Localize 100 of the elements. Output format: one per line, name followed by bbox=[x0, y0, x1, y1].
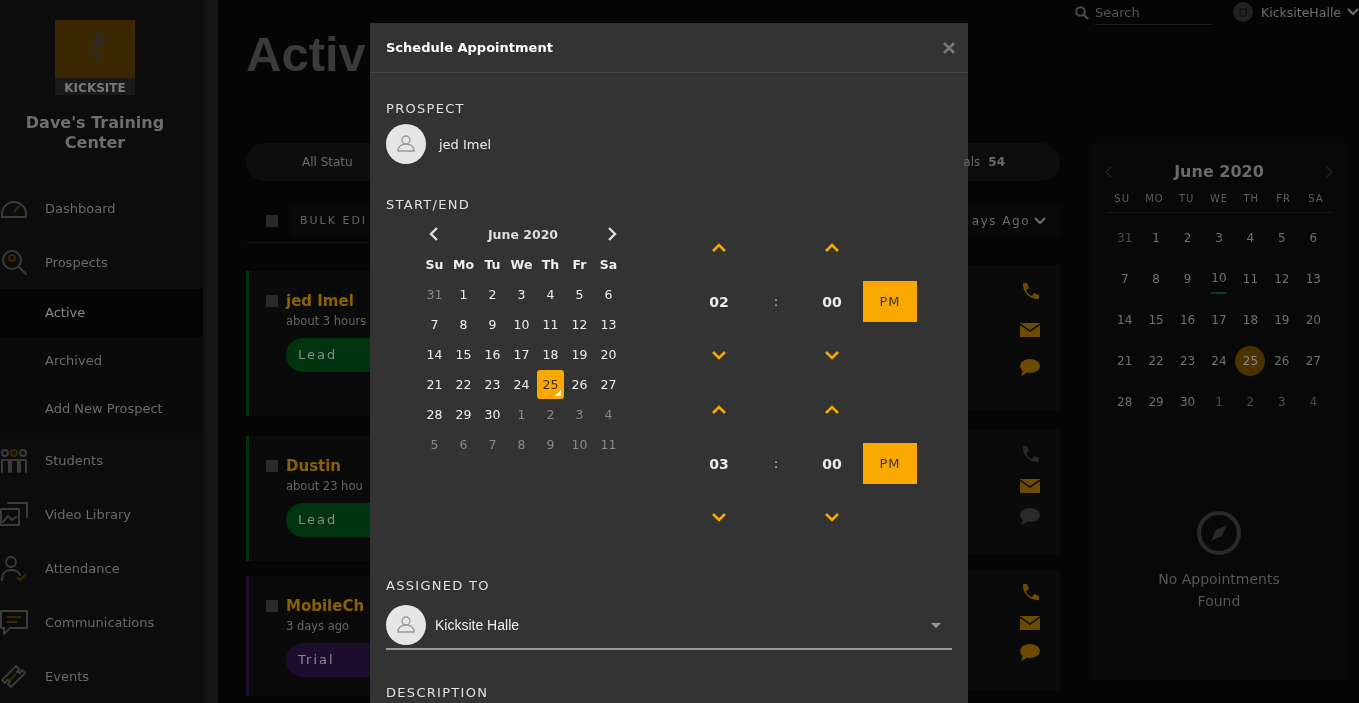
decrement-icon[interactable] bbox=[825, 350, 839, 360]
minute-value[interactable]: 00 bbox=[822, 455, 842, 472]
calendar-day[interactable]: 22 bbox=[450, 369, 477, 399]
nav-item[interactable]: Prospects bbox=[0, 235, 203, 289]
calendar-day[interactable]: 7 bbox=[479, 429, 506, 459]
sms-bubble-icon[interactable] bbox=[1020, 643, 1040, 663]
calendar-day[interactable]: 29 bbox=[1141, 386, 1172, 417]
checkbox[interactable] bbox=[266, 295, 278, 307]
calendar-day[interactable]: 6 bbox=[450, 429, 477, 459]
calendar-day[interactable]: 5 bbox=[566, 279, 593, 309]
calendar-day[interactable]: 27 bbox=[1298, 345, 1329, 376]
calendar-day[interactable]: 12 bbox=[1266, 263, 1297, 294]
calendar-day[interactable]: 7 bbox=[421, 309, 448, 339]
calendar-day[interactable]: 18 bbox=[537, 339, 564, 369]
calendar-day[interactable]: 1 bbox=[1141, 222, 1172, 253]
hour-value[interactable]: 02 bbox=[709, 293, 729, 310]
calendar-day[interactable]: 2 bbox=[479, 279, 506, 309]
calendar-day[interactable]: 19 bbox=[1266, 304, 1297, 335]
calendar-day[interactable]: 2 bbox=[537, 399, 564, 429]
calendar-day[interactable]: 30 bbox=[1172, 386, 1203, 417]
calendar-day[interactable]: 14 bbox=[1109, 304, 1140, 335]
increment-icon[interactable] bbox=[712, 243, 726, 253]
nav-subitem[interactable]: Active bbox=[0, 289, 203, 337]
increment-icon[interactable] bbox=[825, 405, 839, 415]
calendar-day[interactable]: 25 bbox=[1235, 345, 1266, 376]
increment-icon[interactable] bbox=[825, 243, 839, 253]
calendar-day[interactable]: 4 bbox=[1298, 386, 1329, 417]
assignee-select[interactable]: Kicksite Halle bbox=[386, 605, 952, 650]
calendar-day[interactable]: 19 bbox=[566, 339, 593, 369]
checkbox[interactable] bbox=[266, 460, 278, 472]
calendar-day[interactable]: 13 bbox=[1298, 263, 1329, 294]
calendar-day[interactable]: 22 bbox=[1141, 345, 1172, 376]
calendar-day[interactable]: 3 bbox=[566, 399, 593, 429]
calendar-day[interactable]: 25 bbox=[537, 369, 564, 399]
status-filter[interactable]: All Statu bbox=[246, 143, 370, 181]
meridiem-button[interactable]: PM bbox=[863, 281, 917, 322]
user-menu[interactable]: KicksiteHalle bbox=[1261, 4, 1342, 20]
calendar-day[interactable]: 2 bbox=[1172, 222, 1203, 253]
prospect-name[interactable]: MobileCh bbox=[286, 597, 365, 615]
calendar-day[interactable]: 2 bbox=[1235, 386, 1266, 417]
calendar-day[interactable]: 5 bbox=[421, 429, 448, 459]
nav-subitem[interactable]: Add New Prospect bbox=[0, 385, 203, 433]
calendar-day[interactable]: 23 bbox=[479, 369, 506, 399]
prospect-card[interactable]: MobileCh 3 days ago Trial bbox=[246, 576, 370, 696]
decrement-icon[interactable] bbox=[825, 512, 839, 522]
chevron-down-icon[interactable] bbox=[1347, 8, 1359, 16]
nav-item[interactable]: Attendance bbox=[0, 541, 203, 595]
increment-icon[interactable] bbox=[712, 405, 726, 415]
phone-icon[interactable] bbox=[1020, 282, 1040, 302]
calendar-day[interactable]: 20 bbox=[1298, 304, 1329, 335]
calendar-day[interactable]: 27 bbox=[595, 369, 622, 399]
calendar-day[interactable]: 13 bbox=[595, 309, 622, 339]
calendar-day[interactable]: 9 bbox=[1172, 263, 1203, 294]
nav-subitem[interactable]: Archived bbox=[0, 337, 203, 385]
calendar-day[interactable]: 1 bbox=[1204, 386, 1234, 417]
calendar-day[interactable]: 7 bbox=[1109, 263, 1140, 294]
calendar-day[interactable]: 8 bbox=[508, 429, 535, 459]
calendar-day[interactable]: 17 bbox=[508, 339, 535, 369]
calendar-day[interactable]: 12 bbox=[566, 309, 593, 339]
calendar-day[interactable]: 1 bbox=[450, 279, 477, 309]
calendar-day[interactable]: 21 bbox=[1109, 345, 1140, 376]
prospect-card[interactable]: Dustin about 23 hou Lead bbox=[246, 436, 370, 561]
calendar-day[interactable]: 1 bbox=[508, 399, 535, 429]
calendar-day[interactable]: 3 bbox=[1204, 222, 1234, 253]
calendar-day[interactable]: 28 bbox=[421, 399, 448, 429]
envelope-icon[interactable] bbox=[1020, 476, 1040, 496]
checkbox[interactable] bbox=[266, 215, 278, 227]
calendar-day[interactable]: 31 bbox=[1109, 222, 1140, 253]
calendar-day[interactable]: 24 bbox=[508, 369, 535, 399]
calendar-day[interactable]: 20 bbox=[595, 339, 622, 369]
calendar-day[interactable]: 23 bbox=[1172, 345, 1203, 376]
checkbox[interactable] bbox=[266, 600, 278, 612]
calendar-day[interactable]: 29 bbox=[450, 399, 477, 429]
calendar-day[interactable]: 8 bbox=[1141, 263, 1172, 294]
envelope-icon[interactable] bbox=[1020, 320, 1040, 340]
calendar-day[interactable]: 5 bbox=[1266, 222, 1297, 253]
calendar-day[interactable]: 21 bbox=[421, 369, 448, 399]
decrement-icon[interactable] bbox=[712, 350, 726, 360]
calendar-day[interactable]: 30 bbox=[479, 399, 506, 429]
nav-item[interactable]: Communications bbox=[0, 595, 203, 649]
calendar-day[interactable]: 16 bbox=[1172, 304, 1203, 335]
calendar-day[interactable]: 3 bbox=[1266, 386, 1297, 417]
calendar-day[interactable]: 17 bbox=[1204, 304, 1234, 335]
search-field[interactable]: Search bbox=[1095, 1, 1213, 25]
calendar-day[interactable]: 6 bbox=[1298, 222, 1329, 253]
calendar-day[interactable]: 24 bbox=[1204, 345, 1234, 376]
calendar-day[interactable]: 14 bbox=[421, 339, 448, 369]
calendar-day[interactable]: 11 bbox=[537, 309, 564, 339]
envelope-icon[interactable] bbox=[1020, 613, 1040, 633]
calendar-day[interactable]: 6 bbox=[595, 279, 622, 309]
close-icon[interactable] bbox=[943, 41, 955, 54]
calendar-day[interactable]: 10 bbox=[1211, 263, 1227, 294]
calendar-day[interactable]: 3 bbox=[508, 279, 535, 309]
calendar-day[interactable]: 16 bbox=[479, 339, 506, 369]
calendar-day[interactable]: 31 bbox=[421, 279, 448, 309]
calendar-day[interactable]: 4 bbox=[1235, 222, 1266, 253]
hour-value[interactable]: 03 bbox=[709, 455, 729, 472]
calendar-day[interactable]: 4 bbox=[595, 399, 622, 429]
calendar-day[interactable]: 9 bbox=[479, 309, 506, 339]
calendar-day[interactable]: 10 bbox=[508, 309, 535, 339]
